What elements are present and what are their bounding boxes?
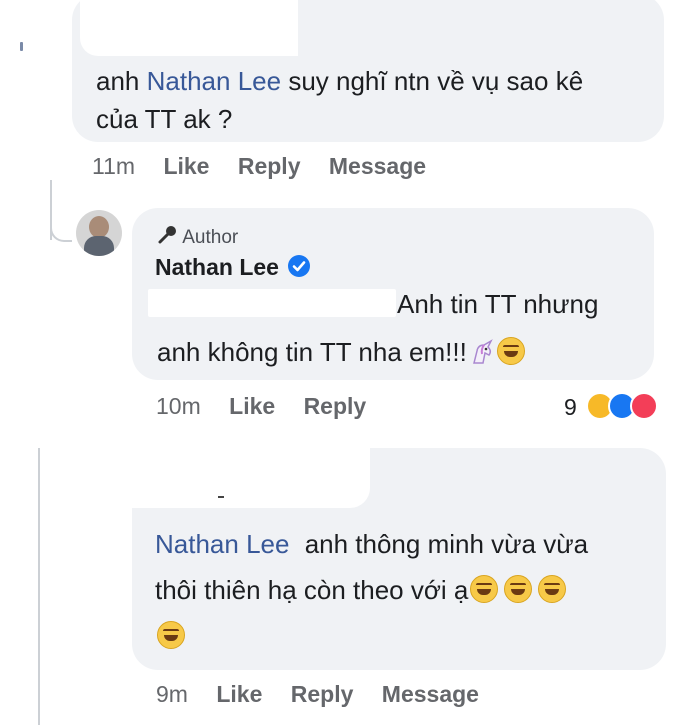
reply-button[interactable]: Reply	[304, 393, 367, 419]
laughing-emoji-icon	[470, 575, 499, 603]
reply-time[interactable]: 9m	[156, 681, 188, 707]
verified-icon	[287, 254, 311, 285]
comment-meta: 11m Like Reply Message	[92, 153, 426, 180]
redacted-area	[120, 440, 370, 508]
reply-time[interactable]: 10m	[156, 393, 201, 419]
mention-link[interactable]: Nathan Lee	[147, 66, 281, 96]
redacted-area	[80, 0, 298, 56]
avatar[interactable]	[76, 210, 122, 256]
laughing-emoji-icon	[538, 575, 567, 603]
reply-button[interactable]: Reply	[238, 153, 301, 179]
thread-line	[38, 448, 40, 725]
reply-text-line2: thôi thiên hạ còn theo với ạ	[155, 568, 567, 612]
message-button[interactable]: Message	[329, 153, 426, 179]
comment-text-line2: của TT ak ?	[96, 104, 233, 134]
reaction-count: 9	[564, 394, 577, 420]
reply-text-line3	[155, 614, 185, 658]
unicorn-emoji-icon	[469, 334, 495, 364]
reply-text-line1: Nathan Lee anh thông minh vừa vừa	[155, 529, 589, 559]
message-button[interactable]: Message	[382, 681, 479, 707]
comment-time[interactable]: 11m	[92, 153, 135, 179]
thread-branch	[50, 200, 72, 242]
laughing-emoji-icon	[504, 575, 533, 603]
reply-meta: 10m Like Reply	[156, 393, 366, 420]
margin-marker	[20, 42, 23, 51]
like-button[interactable]: Like	[163, 153, 209, 179]
author-badge: Author	[156, 224, 238, 252]
reply-meta: 9m Like Reply Message	[156, 681, 479, 708]
reply-text-line2: anh không tin TT nha em!!!	[157, 330, 525, 374]
redaction-dash	[218, 496, 224, 498]
reply-button[interactable]: Reply	[291, 681, 354, 707]
like-button[interactable]: Like	[229, 393, 275, 419]
love-icon	[630, 392, 658, 420]
laughing-emoji-icon	[157, 621, 185, 649]
author-name[interactable]: Nathan Lee	[155, 252, 311, 285]
mention-link[interactable]: Nathan Lee	[155, 529, 289, 559]
reaction-summary[interactable]: 9	[564, 392, 684, 422]
like-button[interactable]: Like	[216, 681, 262, 707]
microphone-icon	[156, 224, 178, 252]
smirk-emoji-icon	[496, 337, 525, 365]
redacted-area	[148, 289, 396, 317]
reply-text-line1: Anh tin TT nhưng	[397, 289, 599, 319]
